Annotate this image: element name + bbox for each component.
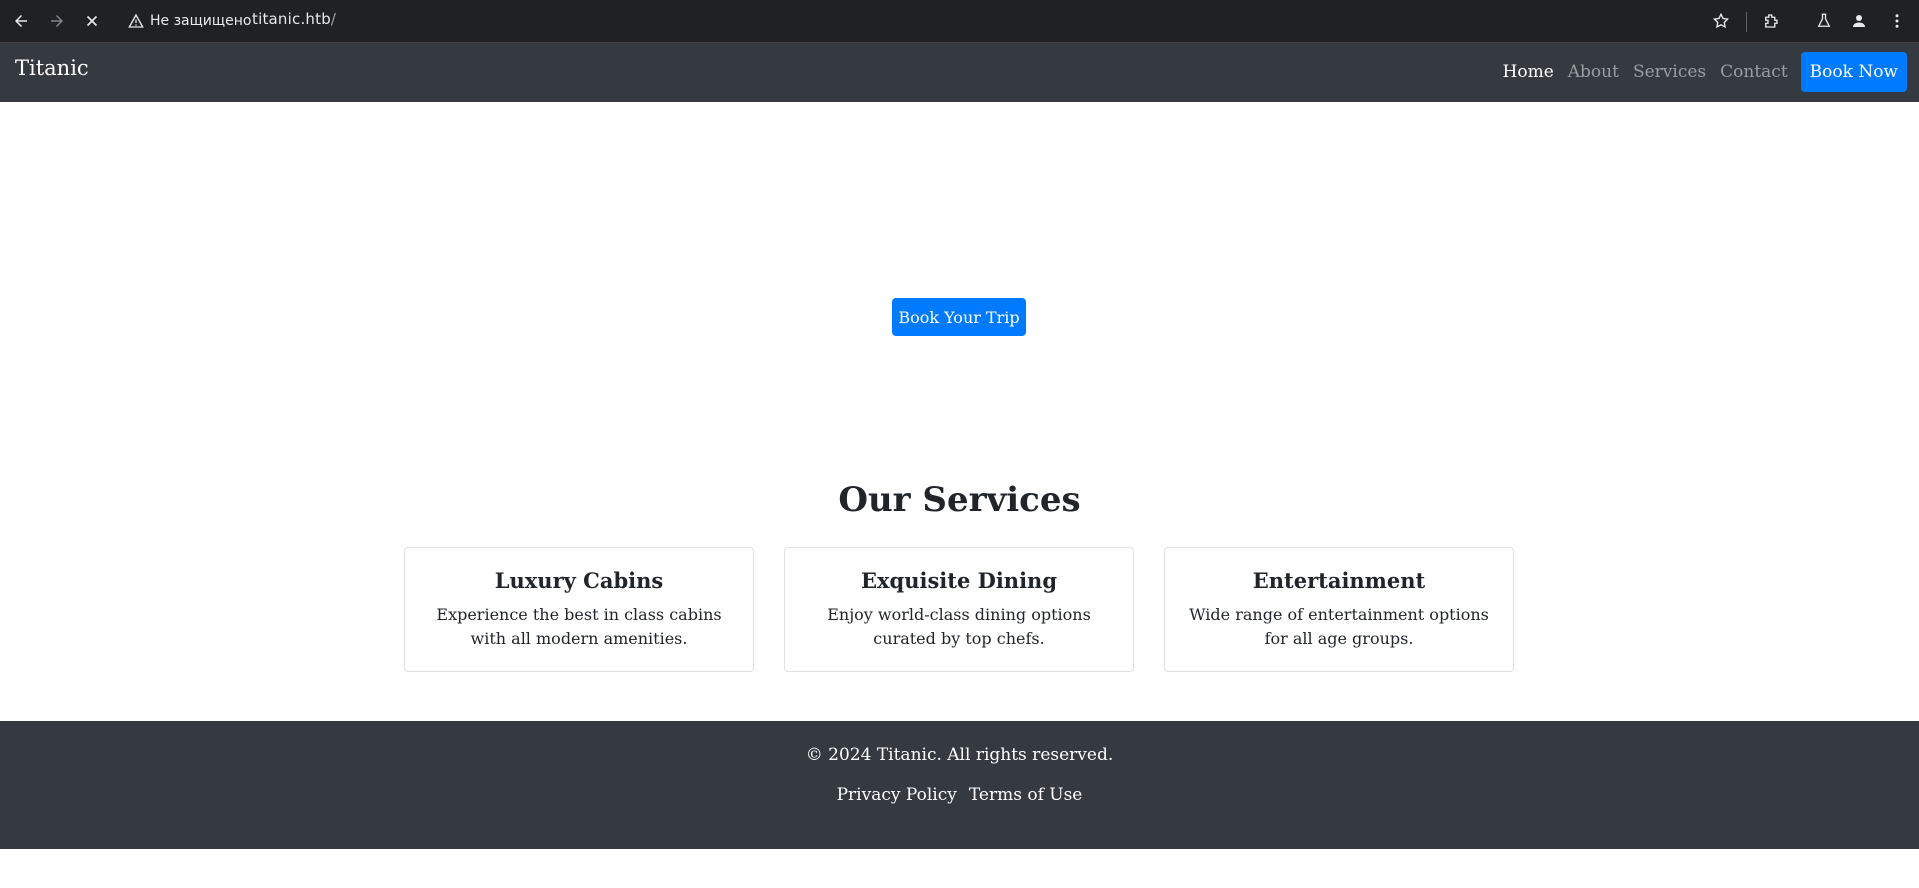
extensions-icon[interactable]: [1759, 9, 1783, 33]
labs-icon[interactable]: [1812, 9, 1836, 33]
profile-icon[interactable]: [1847, 9, 1871, 33]
nav-links: Home About Services Contact Book Now: [1496, 52, 1907, 92]
copyright-text: © 2024 Titanic. All rights reserved.: [805, 745, 1114, 765]
card-text: Experience the best in class cabins with…: [436, 605, 722, 648]
nav-contact[interactable]: Contact: [1713, 54, 1795, 90]
security-label: Не защищено: [150, 13, 252, 29]
nav-services[interactable]: Services: [1626, 54, 1713, 90]
card-title: Entertainment: [1252, 568, 1426, 593]
card-text: Wide range of entertainment options for …: [1189, 605, 1489, 648]
forward-icon[interactable]: [45, 9, 69, 33]
service-card-exquisite-dining: Exquisite Dining Enjoy world-class dinin…: [784, 547, 1134, 672]
security-indicator[interactable]: Не защищено: [128, 9, 251, 33]
star-icon[interactable]: [1709, 9, 1733, 33]
book-now-button[interactable]: Book Now: [1800, 52, 1907, 92]
site-navbar: Titanic Home About Services Contact Book…: [0, 43, 1919, 102]
brand-logo[interactable]: Titanic: [15, 56, 89, 80]
book-your-trip-button[interactable]: Book Your Trip: [892, 298, 1026, 336]
url-host: titanic.htb: [252, 10, 331, 28]
address-bar[interactable]: titanic.htb/: [252, 10, 336, 28]
url-path: /: [330, 10, 337, 28]
services-heading: Our Services: [838, 480, 1081, 520]
nav-home[interactable]: Home: [1496, 54, 1561, 90]
back-icon[interactable]: [9, 9, 33, 33]
site-footer: © 2024 Titanic. All rights reserved. Pri…: [0, 721, 1919, 849]
card-text: Enjoy world-class dining options curated…: [827, 605, 1091, 648]
card-title: Luxury Cabins: [494, 568, 664, 593]
terms-of-use-link[interactable]: Terms of Use: [969, 785, 1083, 805]
nav-about[interactable]: About: [1561, 54, 1626, 90]
menu-icon[interactable]: [1885, 9, 1909, 33]
services-cards: Luxury Cabins Experience the best in cla…: [404, 547, 1514, 672]
service-card-luxury-cabins: Luxury Cabins Experience the best in cla…: [404, 547, 754, 672]
privacy-policy-link[interactable]: Privacy Policy: [837, 785, 957, 805]
card-title: Exquisite Dining: [860, 568, 1057, 593]
close-icon[interactable]: [80, 9, 104, 33]
service-card-entertainment: Entertainment Wide range of entertainmen…: [1164, 547, 1514, 672]
browser-toolbar: Не защищено titanic.htb/: [0, 0, 1919, 43]
warning-icon: [128, 13, 144, 28]
footer-links: Privacy Policy Terms of Use: [0, 785, 1919, 805]
